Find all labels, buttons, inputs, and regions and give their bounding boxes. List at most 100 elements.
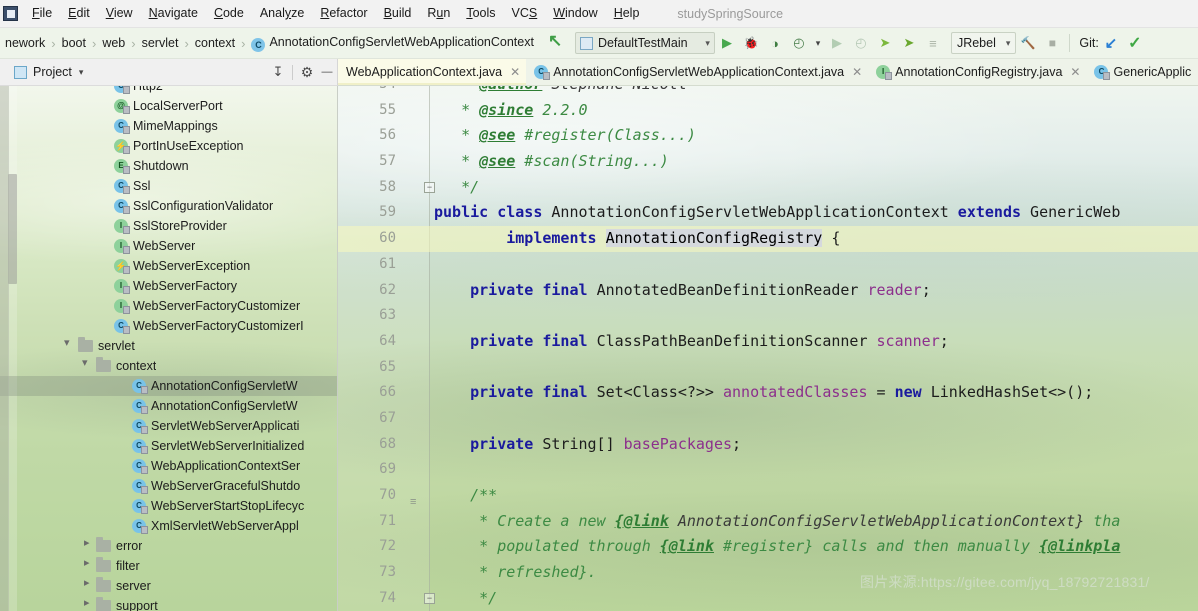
tree-node[interactable]: ⚡ PortInUseException <box>0 136 337 156</box>
tree-node[interactable]: C WebServerGracefulShutdo <box>0 476 337 496</box>
menu-item-refactor[interactable]: Refactor <box>312 3 375 24</box>
chevron-down-icon[interactable] <box>82 356 93 372</box>
code-line[interactable]: 71 * Create a new {@link AnnotationConfi… <box>338 509 1198 535</box>
tree-node[interactable]: I WebServerFactoryCustomizer <box>0 296 337 316</box>
tree-node[interactable]: I WebServerFactory <box>0 276 337 296</box>
menu-item-navigate[interactable]: Navigate <box>141 3 206 24</box>
tree-node[interactable]: server <box>0 576 337 596</box>
code-editor[interactable]: 54 * @author Stephane Nicoll55 * @since … <box>338 86 1198 611</box>
code-line[interactable]: 57 * @see #scan(String...) <box>338 149 1198 175</box>
chevron-right-icon[interactable] <box>82 596 93 611</box>
tree-node[interactable]: @ LocalServerPort <box>0 96 337 116</box>
profile-button[interactable] <box>787 31 811 55</box>
tree-node[interactable]: E Shutdown <box>0 156 337 176</box>
tree-node[interactable]: C WebServerFactoryCustomizerI <box>0 316 337 336</box>
tree-node[interactable]: C WebApplicationContextSer <box>0 456 337 476</box>
menu-item-run[interactable]: Run <box>419 3 458 24</box>
chevron-right-icon[interactable] <box>82 556 93 572</box>
tree-node[interactable]: C ServletWebServerInitialized <box>0 436 337 456</box>
close-icon[interactable]: ✕ <box>1070 65 1080 79</box>
menu-item-vcs[interactable]: VCS <box>504 3 546 24</box>
minimize-icon[interactable] <box>317 62 337 82</box>
jrebel-debug-icon[interactable] <box>897 31 921 55</box>
collapse-all-button[interactable] <box>268 62 288 82</box>
code-line[interactable]: 63 <box>338 303 1198 329</box>
code-line[interactable]: 73 * refreshed}. <box>338 560 1198 586</box>
breadcrumb-item-annotationconfigservletwebapplicationcontext[interactable]: C AnnotationConfigServletWebApplicationCo… <box>246 33 539 54</box>
navigate-up-icon[interactable] <box>545 31 567 54</box>
code-line[interactable]: 67 <box>338 406 1198 432</box>
gear-icon[interactable] <box>297 62 317 82</box>
tree-node[interactable]: ⚡ WebServerException <box>0 256 337 276</box>
vcs-commit-check-icon[interactable] <box>1123 31 1147 55</box>
tree-node[interactable]: C AnnotationConfigServletW <box>0 376 337 396</box>
run-button[interactable] <box>715 31 739 55</box>
code-line[interactable]: 56 * @see #register(Class...) <box>338 123 1198 149</box>
editor-tab-bar[interactable]: WebApplicationContext.java ✕ C AnnotationCo… <box>338 59 1198 86</box>
code-line[interactable]: 70 ≡ /** <box>338 483 1198 509</box>
vcs-update-icon[interactable] <box>1099 31 1123 55</box>
breadcrumb-item-servlet[interactable]: servlet <box>137 34 184 52</box>
tree-node[interactable]: C AnnotationConfigServletW <box>0 396 337 416</box>
code-line[interactable]: 68 private String[] basePackages; <box>338 432 1198 458</box>
breadcrumb-item-nework[interactable]: nework <box>0 34 50 52</box>
chevron-down-icon[interactable] <box>64 336 75 352</box>
menu-item-window[interactable]: Window <box>545 3 605 24</box>
close-icon[interactable]: ✕ <box>510 65 520 79</box>
run-with-coverage-button[interactable] <box>763 31 787 55</box>
project-tree[interactable]: CHttp2@LocalServerPortCMimeMappings⚡Port… <box>0 86 338 611</box>
tree-node[interactable]: I WebServer <box>0 236 337 256</box>
tree-node[interactable]: C MimeMappings <box>0 116 337 136</box>
tree-node[interactable]: C XmlServletWebServerAppl <box>0 516 337 536</box>
tree-node[interactable]: servlet <box>0 336 337 356</box>
editor-tab[interactable]: C GenericApplic <box>1086 59 1197 85</box>
code-line[interactable]: 61 <box>338 252 1198 278</box>
editor-tab[interactable]: I AnnotationConfigRegistry.java ✕ <box>868 59 1086 85</box>
close-icon[interactable]: ✕ <box>852 65 862 79</box>
chevron-right-icon[interactable] <box>82 576 93 592</box>
jrebel-run-icon[interactable] <box>873 31 897 55</box>
breadcrumb-item-web[interactable]: web <box>97 34 130 52</box>
tree-node[interactable]: CHttp2 <box>0 86 337 96</box>
code-line[interactable]: 54 * @author Stephane Nicoll <box>338 86 1198 98</box>
code-line[interactable]: 55 * @since 2.2.0 <box>338 98 1198 124</box>
code-line[interactable]: 60 implements AnnotationConfigRegistry { <box>338 226 1198 252</box>
chevron-down-icon[interactable]: ▾ <box>79 67 84 78</box>
code-line[interactable]: 58− */ <box>338 175 1198 201</box>
tree-node[interactable]: support <box>0 596 337 611</box>
tree-node[interactable]: C SslConfigurationValidator <box>0 196 337 216</box>
code-line[interactable]: 69 <box>338 457 1198 483</box>
tree-node[interactable]: context <box>0 356 337 376</box>
jrebel-selector[interactable]: JRebel ▾ <box>950 32 1017 54</box>
menu-item-analyze[interactable]: Analyze <box>252 3 312 24</box>
run-configuration-selector[interactable]: DefaultTestMain ▾ <box>574 32 715 54</box>
tree-node[interactable]: filter <box>0 556 337 576</box>
menu-item-edit[interactable]: Edit <box>60 3 98 24</box>
menu-item-file[interactable]: File <box>24 3 60 24</box>
tree-node[interactable]: C WebServerStartStopLifecyc <box>0 496 337 516</box>
code-line[interactable]: 66 private final Set<Class<?>> annotated… <box>338 380 1198 406</box>
menu-item-code[interactable]: Code <box>206 3 252 24</box>
code-line[interactable]: 74− */ <box>338 586 1198 611</box>
menu-item-tools[interactable]: Tools <box>458 3 503 24</box>
menu-item-view[interactable]: View <box>98 3 141 24</box>
tree-node[interactable]: I SslStoreProvider <box>0 216 337 236</box>
code-line[interactable]: 65 <box>338 355 1198 381</box>
editor-tab[interactable]: C AnnotationConfigServletWebApplicationCo… <box>526 59 868 85</box>
code-line[interactable]: 62 private final AnnotatedBeanDefinition… <box>338 278 1198 304</box>
menu-item-build[interactable]: Build <box>376 3 420 24</box>
tree-node[interactable]: error <box>0 536 337 556</box>
chevron-right-icon[interactable] <box>82 536 93 552</box>
profile-dropdown-icon[interactable] <box>811 31 825 55</box>
menu-item-help[interactable]: Help <box>606 3 648 24</box>
code-line[interactable]: 59 public class AnnotationConfigServletWe… <box>338 200 1198 226</box>
editor-tab[interactable]: WebApplicationContext.java ✕ <box>338 59 527 85</box>
code-content[interactable]: 54 * @author Stephane Nicoll55 * @since … <box>338 86 1198 607</box>
breadcrumb-item-context[interactable]: context <box>190 34 240 52</box>
breadcrumb-item-boot[interactable]: boot <box>57 34 91 52</box>
code-line[interactable]: 64 private final ClassPathBeanDefinition… <box>338 329 1198 355</box>
tree-node[interactable]: C ServletWebServerApplicati <box>0 416 337 436</box>
tree-node[interactable]: C Ssl <box>0 176 337 196</box>
debug-button[interactable] <box>739 31 763 55</box>
code-line[interactable]: 72 * populated through {@link #register}… <box>338 534 1198 560</box>
